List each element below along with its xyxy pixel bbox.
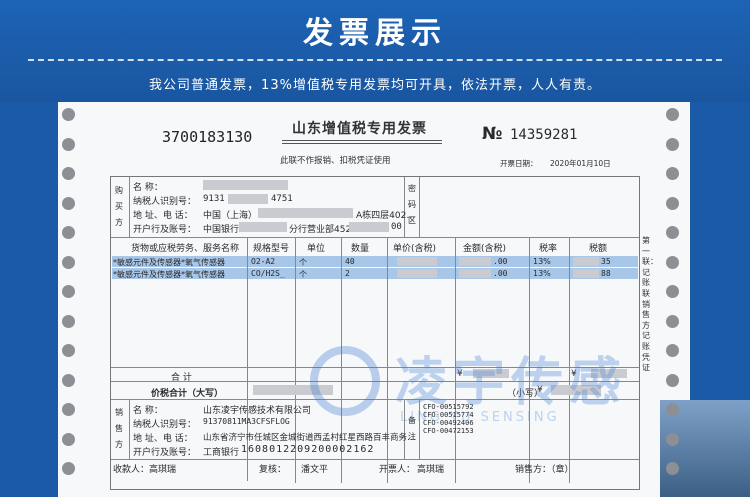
seller-tax-id: 91370811MA3CFSFLOG — [203, 417, 290, 426]
col-header-tax: 税额 — [589, 244, 608, 254]
page-title: 发票展示 — [303, 16, 447, 51]
number-mark: № — [482, 124, 503, 144]
title-underline-2 — [282, 143, 442, 144]
watermark-logo-icon — [310, 346, 380, 416]
buyer-bank-label: 开户行及账号： — [133, 225, 197, 235]
col-header-model: 规格型号 — [253, 244, 290, 254]
buyer-tax-tail: 4751 — [271, 194, 293, 204]
col-header-rate: 税率 — [539, 244, 558, 254]
col-header-qty: 数量 — [351, 244, 370, 254]
seller-seal-label: 销售方：（章） — [515, 465, 574, 475]
seller-name: 山东凌宇传感技术有限公司 — [203, 406, 312, 416]
row-2-qty: 2 — [345, 269, 350, 278]
row-2-amount: .00 — [493, 269, 508, 278]
date-label: 开票日期： — [500, 159, 538, 168]
watermark: 凌宇传感 LING YU SENSING — [300, 338, 660, 458]
buyer-tax-label: 纳税人识别号： — [133, 197, 197, 207]
row-2-tax: 88 — [601, 269, 611, 278]
buyer-side-label: 购买方 — [115, 186, 123, 227]
page-subtitle: 我公司普通发票，13%增值税专用发票均可开具，依法开票，人人有责。 — [149, 78, 601, 93]
col-header-name: 货物或应税劳务、服务名称 — [131, 244, 240, 254]
row-2-model: CO/H2S_ — [251, 269, 285, 278]
col-header-amount: 金额(含税) — [463, 244, 507, 254]
seller-tax-label: 纳税人识别号： — [133, 420, 197, 430]
buyer-address-partial: 中国（上海） — [203, 211, 258, 221]
issuer-label: 开票人： — [379, 465, 416, 475]
row-1-qty: 40 — [345, 257, 355, 266]
watermark-text: 凌宇传感 — [395, 353, 628, 413]
issue-date: 2020年01月10日 — [550, 159, 611, 168]
cipher-label: 密码区 — [408, 184, 416, 225]
row-1-model: O2-A2 — [251, 257, 276, 266]
buyer-bank-tail: 00 — [391, 222, 402, 232]
usage-notice: 此联不作报销、扣税凭证使用 — [280, 156, 391, 166]
buyer-name-redacted — [203, 180, 288, 190]
col-header-price: 单价(含税) — [393, 244, 437, 254]
buyer-address-label: 地 址、电 话： — [133, 211, 193, 221]
row-1-unit: 个 — [299, 258, 307, 267]
row-1-amount: .00 — [493, 257, 508, 266]
seller-side-label: 销售方 — [115, 408, 123, 449]
row-1-name: *敏感元件及传感器*氧气传感器 — [113, 258, 225, 267]
price-total-label: 价税合计（大写） — [151, 389, 224, 399]
invoice: 3700183130 山东增值税专用发票 № 14359281 此联不作报销、扣… — [110, 108, 658, 497]
reviewer: 潘文平 — [301, 465, 329, 475]
buyer-bank-mid: 分行营业部452 — [289, 225, 352, 235]
title-underline — [282, 140, 442, 141]
buyer-bank-partial: 中国银行 — [203, 225, 240, 235]
row-1-rate: 13% — [533, 257, 551, 266]
payee-label: 收款人： — [113, 465, 150, 475]
row-2-name: *敏感元件及传感器*氧气传感器 — [113, 270, 225, 279]
buyer-name-label: 名 称： — [133, 183, 163, 193]
col-header-unit: 单位 — [307, 244, 326, 254]
invoice-title: 山东增值税专用发票 — [292, 121, 427, 137]
tractor-holes-right — [666, 108, 680, 492]
invoice-number: 14359281 — [510, 127, 578, 143]
seller-address-label: 地 址、电 话： — [133, 434, 193, 444]
buyer-address-tail: A栋四层402… — [356, 211, 416, 221]
header-banner: 发票展示 我公司普通发票，13%增值税专用发票均可开具，依法开票，人人有责。 — [0, 0, 750, 102]
reviewer-label: 复核： — [259, 465, 287, 475]
seller-bank: 工商银行 — [203, 448, 240, 458]
buyer-tax-partial: 9131 — [203, 194, 225, 204]
row-2-unit: 个 — [299, 270, 307, 279]
payee: 高琪瑞 — [149, 465, 177, 475]
seller-bank-label: 开户行及账号： — [133, 448, 197, 458]
tractor-holes-left — [62, 108, 76, 492]
row-2-rate: 13% — [533, 269, 551, 278]
seller-name-label: 名 称： — [133, 406, 163, 416]
watermark-subtext: LING YU SENSING — [400, 410, 560, 425]
row-1-tax: 35 — [601, 257, 611, 266]
dashed-divider — [28, 59, 722, 61]
invoice-code: 3700183130 — [162, 128, 253, 146]
issuer: 高琪瑞 — [417, 465, 445, 475]
